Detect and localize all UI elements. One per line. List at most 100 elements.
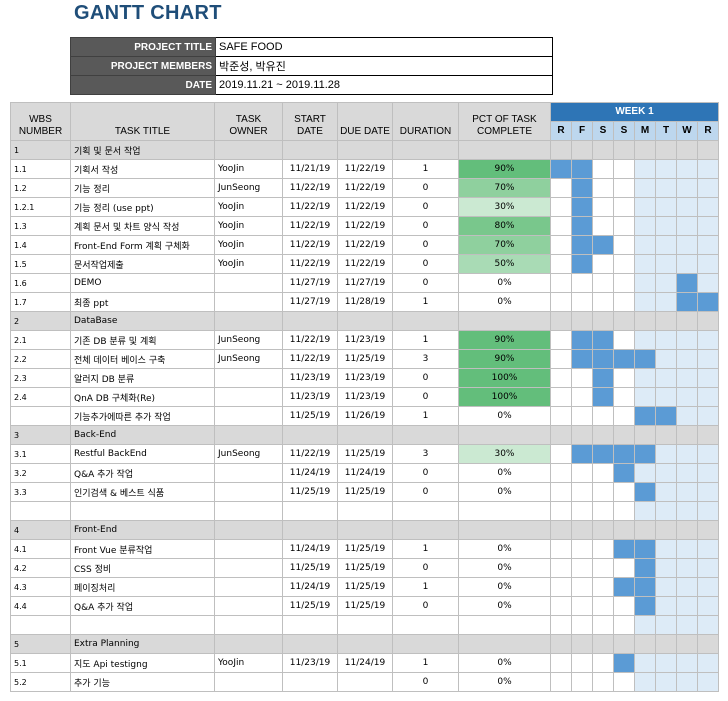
due-date[interactable]: 11/24/19 (337, 463, 393, 483)
task-owner[interactable]: JunSeong (214, 330, 283, 350)
task-owner[interactable] (214, 368, 283, 388)
start-date[interactable]: 11/27/19 (282, 273, 338, 293)
due-date[interactable]: 11/23/19 (337, 387, 393, 407)
project-title-value[interactable]: SAFE FOOD (215, 37, 553, 57)
task-title[interactable]: 알러지 DB 분류 (70, 368, 215, 388)
task-owner[interactable] (214, 482, 283, 502)
phase-title[interactable]: DataBase (70, 311, 215, 331)
due-date[interactable]: 11/22/19 (337, 159, 393, 179)
task-title[interactable]: 기능추가에따른 추가 작업 (70, 406, 215, 426)
due-date[interactable]: 11/25/19 (337, 539, 393, 559)
start-date[interactable]: 11/25/19 (282, 482, 338, 502)
task-owner[interactable]: YooJin (214, 254, 283, 274)
task-owner[interactable]: YooJin (214, 653, 283, 673)
task-title[interactable]: 기획서 작성 (70, 159, 215, 179)
pct-complete[interactable]: 0% (458, 653, 551, 673)
due-date[interactable]: 11/25/19 (337, 444, 393, 464)
task-owner[interactable] (214, 463, 283, 483)
pct-complete[interactable]: 0% (458, 463, 551, 483)
pct-complete[interactable]: 80% (458, 216, 551, 236)
task-title[interactable]: 인기검색 & 베스트 식품 (70, 482, 215, 502)
due-date[interactable]: 11/22/19 (337, 178, 393, 198)
pct-complete[interactable]: 100% (458, 368, 551, 388)
phase-title[interactable]: Front-End (70, 520, 215, 540)
task-title[interactable]: 전체 데이터 베이스 구축 (70, 349, 215, 369)
due-date[interactable]: 11/25/19 (337, 349, 393, 369)
task-title[interactable]: 기능 정리 (70, 178, 215, 198)
task-owner[interactable] (214, 273, 283, 293)
task-title[interactable]: 계획 문서 및 차트 양식 작성 (70, 216, 215, 236)
task-title[interactable]: 최종 ppt (70, 292, 215, 312)
pct-complete[interactable]: 90% (458, 159, 551, 179)
start-date[interactable]: 11/23/19 (282, 387, 338, 407)
phase-title[interactable]: Back-End (70, 425, 215, 445)
pct-complete[interactable]: 0% (458, 596, 551, 616)
pct-complete[interactable]: 90% (458, 330, 551, 350)
task-owner[interactable] (214, 672, 283, 692)
task-title[interactable]: DEMO (70, 273, 215, 293)
task-title[interactable]: QnA DB 구체화(Re) (70, 387, 215, 407)
task-owner[interactable] (214, 596, 283, 616)
due-date[interactable]: 11/22/19 (337, 197, 393, 217)
task-title[interactable]: 기존 DB 분류 및 계획 (70, 330, 215, 350)
due-date[interactable]: 11/26/19 (337, 406, 393, 426)
task-owner[interactable]: YooJin (214, 197, 283, 217)
pct-complete[interactable]: 70% (458, 235, 551, 255)
task-owner[interactable]: JunSeong (214, 349, 283, 369)
start-date[interactable]: 11/22/19 (282, 197, 338, 217)
pct-complete[interactable]: 50% (458, 254, 551, 274)
task-owner[interactable]: JunSeong (214, 444, 283, 464)
due-date[interactable] (337, 672, 393, 692)
project-members-value[interactable]: 박준성, 박유진 (215, 56, 553, 76)
start-date[interactable]: 11/23/19 (282, 368, 338, 388)
pct-complete[interactable]: 0% (458, 539, 551, 559)
task-title[interactable]: 페이징처리 (70, 577, 215, 597)
start-date[interactable]: 11/22/19 (282, 444, 338, 464)
start-date[interactable]: 11/23/19 (282, 653, 338, 673)
task-title[interactable]: Front Vue 분류작업 (70, 539, 215, 559)
task-title[interactable]: 지도 Api testigng (70, 653, 215, 673)
task-title[interactable]: Front-End Form 계획 구체화 (70, 235, 215, 255)
pct-complete[interactable]: 90% (458, 349, 551, 369)
due-date[interactable]: 11/22/19 (337, 235, 393, 255)
due-date[interactable]: 11/23/19 (337, 368, 393, 388)
due-date[interactable]: 11/27/19 (337, 273, 393, 293)
due-date[interactable]: 11/22/19 (337, 254, 393, 274)
pct-complete[interactable]: 70% (458, 178, 551, 198)
start-date[interactable]: 11/25/19 (282, 558, 338, 578)
start-date[interactable]: 11/22/19 (282, 330, 338, 350)
start-date[interactable]: 11/24/19 (282, 577, 338, 597)
task-owner[interactable]: YooJin (214, 159, 283, 179)
task-owner[interactable] (214, 387, 283, 407)
start-date[interactable]: 11/24/19 (282, 539, 338, 559)
phase-title[interactable]: 기획 및 문서 작업 (70, 140, 215, 160)
task-title[interactable]: 기능 정리 (use ppt) (70, 197, 215, 217)
task-title[interactable]: 추가 기능 (70, 672, 215, 692)
due-date[interactable]: 11/25/19 (337, 596, 393, 616)
task-title[interactable]: CSS 정비 (70, 558, 215, 578)
phase-title[interactable]: Extra Planning (70, 634, 215, 654)
start-date[interactable]: 11/22/19 (282, 178, 338, 198)
task-title[interactable]: Q&A 추가 작업 (70, 463, 215, 483)
start-date[interactable]: 11/22/19 (282, 235, 338, 255)
due-date[interactable]: 11/23/19 (337, 330, 393, 350)
pct-complete[interactable]: 30% (458, 197, 551, 217)
due-date[interactable]: 11/28/19 (337, 292, 393, 312)
task-owner[interactable]: YooJin (214, 235, 283, 255)
task-title[interactable]: Q&A 추가 작업 (70, 596, 215, 616)
start-date[interactable]: 11/25/19 (282, 596, 338, 616)
task-owner[interactable] (214, 406, 283, 426)
task-owner[interactable] (214, 577, 283, 597)
start-date[interactable]: 11/24/19 (282, 463, 338, 483)
start-date[interactable]: 11/21/19 (282, 159, 338, 179)
start-date[interactable]: 11/27/19 (282, 292, 338, 312)
start-date[interactable]: 11/22/19 (282, 349, 338, 369)
pct-complete[interactable]: 0% (458, 273, 551, 293)
pct-complete[interactable]: 0% (458, 558, 551, 578)
task-owner[interactable] (214, 558, 283, 578)
task-owner[interactable]: JunSeong (214, 178, 283, 198)
due-date[interactable]: 11/25/19 (337, 577, 393, 597)
start-date[interactable]: 11/22/19 (282, 216, 338, 236)
pct-complete[interactable]: 0% (458, 292, 551, 312)
pct-complete[interactable]: 100% (458, 387, 551, 407)
